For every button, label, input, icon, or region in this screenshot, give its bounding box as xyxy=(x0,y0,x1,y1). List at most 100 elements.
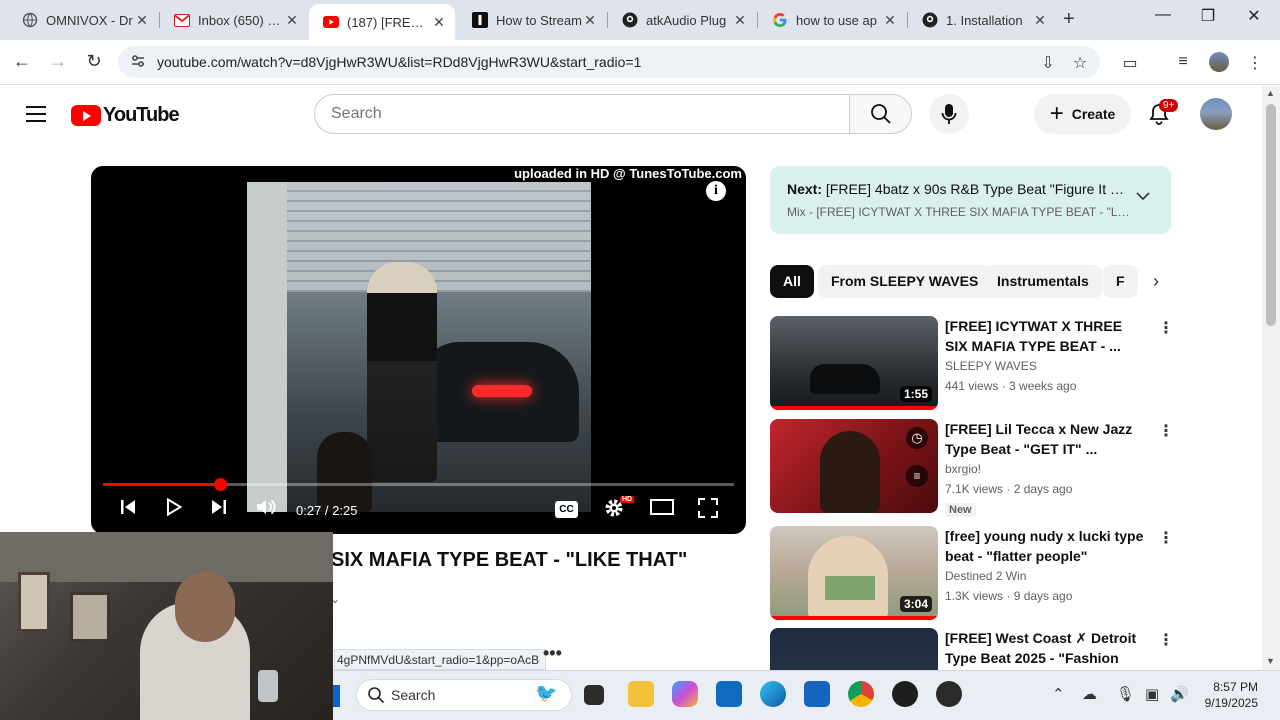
scroll-up-arrow-icon[interactable]: ▲ xyxy=(1266,88,1275,98)
tab-atkaudio[interactable]: atkAudio Plug ✕ xyxy=(608,6,756,34)
rec-title[interactable]: [free] young nudy x lucki type beat - "f… xyxy=(945,526,1145,566)
close-icon[interactable]: ✕ xyxy=(1032,12,1048,29)
tab-title: atkAudio Plug xyxy=(646,12,727,28)
account-avatar[interactable] xyxy=(1200,98,1232,130)
create-button[interactable]: + Create xyxy=(1034,94,1131,134)
recommendation-item[interactable]: ◷ ≡ [FREE] Lil Tecca x New Jazz Type Bea… xyxy=(770,419,1180,517)
volume-icon[interactable] xyxy=(256,498,276,521)
restore-icon[interactable]: ❐ xyxy=(1193,6,1223,26)
video-thumbnail[interactable]: 1:55 xyxy=(770,316,938,410)
close-icon[interactable]: ✕ xyxy=(732,12,748,29)
taskbar-clock[interactable]: 8:57 PM 9/19/2025 xyxy=(1196,679,1258,711)
search-input[interactable] xyxy=(315,95,815,133)
watch-later-icon[interactable]: ◷ xyxy=(906,427,928,449)
site-info-icon[interactable] xyxy=(130,53,146,74)
store-icon[interactable] xyxy=(804,681,830,707)
minimize-icon[interactable]: — xyxy=(1148,6,1178,24)
more-actions-icon[interactable]: ••• xyxy=(543,643,562,664)
recommendation-item[interactable]: 3:04 [free] young nudy x lucki type beat… xyxy=(770,526,1180,622)
bookmark-star-icon[interactable]: ☆ xyxy=(1068,53,1092,73)
recommendation-item[interactable]: 1:55 [FREE] ICYTWAT X THREE SIX MAFIA TY… xyxy=(770,316,1180,412)
media-controls-icon[interactable]: ≡ xyxy=(1171,53,1195,71)
close-icon[interactable]: ✕ xyxy=(284,12,300,29)
task-view-icon[interactable] xyxy=(584,685,604,705)
microphone-icon[interactable]: 🎙 xyxy=(1116,685,1135,703)
youtube-logo[interactable]: YouTube xyxy=(71,104,180,127)
scroll-down-arrow-icon[interactable]: ▼ xyxy=(1266,656,1275,666)
theater-mode-icon[interactable] xyxy=(650,498,674,521)
scrollbar-thumb[interactable] xyxy=(1266,104,1276,326)
add-to-queue-icon[interactable]: ≡ xyxy=(906,465,928,487)
browser-menu-icon[interactable]: ⋮ xyxy=(1243,53,1267,73)
taskbar-search[interactable]: Search 🐦 xyxy=(356,679,572,711)
video-thumbnail[interactable]: ◷ ≡ xyxy=(770,419,938,513)
more-options-icon[interactable]: ⋮ xyxy=(1158,421,1174,441)
scrubber-handle[interactable] xyxy=(214,478,228,491)
recommendation-item[interactable]: [FREE] West Coast ✗ Detroit Type Beat 20… xyxy=(770,628,1180,670)
page-scrollbar[interactable]: ▲ ▼ xyxy=(1262,86,1280,670)
more-options-icon[interactable]: ⋮ xyxy=(1158,528,1174,548)
rec-title[interactable]: [FREE] ICYTWAT X THREE SIX MAFIA TYPE BE… xyxy=(945,316,1145,356)
rec-channel[interactable]: bxrgio! xyxy=(945,462,981,476)
network-icon[interactable]: ▣ xyxy=(1145,685,1159,703)
captions-button[interactable]: CC xyxy=(555,501,578,518)
tab-google-search[interactable]: how to use ap ✕ xyxy=(758,6,906,34)
reload-icon[interactable]: ↻ xyxy=(82,51,106,72)
file-explorer-icon[interactable] xyxy=(628,681,654,707)
edge-icon[interactable] xyxy=(760,681,786,707)
rec-channel[interactable]: SLEEPY WAVES xyxy=(945,359,1037,373)
play-icon[interactable] xyxy=(166,497,183,521)
sidebar-icon[interactable]: ▭ xyxy=(1118,53,1142,73)
copilot-icon[interactable] xyxy=(672,681,698,707)
more-options-icon[interactable]: ⋮ xyxy=(1158,630,1174,650)
show-hidden-icons-icon[interactable]: ⌃ xyxy=(1052,685,1065,703)
tab-instructables[interactable]: How to Stream ✕ xyxy=(458,6,606,34)
voice-search-button[interactable] xyxy=(929,94,969,134)
rec-channel[interactable]: Destined 2 Win xyxy=(945,569,1026,583)
close-icon[interactable]: ✕ xyxy=(582,12,598,29)
rec-title[interactable]: [FREE] Lil Tecca x New Jazz Type Beat - … xyxy=(945,419,1145,459)
outlook-icon[interactable] xyxy=(716,681,742,707)
chip-from-channel[interactable]: From SLEEPY WAVES xyxy=(818,265,992,298)
chip-all[interactable]: All xyxy=(770,265,814,298)
rec-title[interactable]: [FREE] West Coast ✗ Detroit Type Beat 20… xyxy=(945,628,1145,668)
chevron-down-icon[interactable] xyxy=(1136,188,1150,206)
install-app-icon[interactable]: ⇩ xyxy=(1036,53,1060,73)
tab-gmail[interactable]: Inbox (650) - ju ✕ xyxy=(160,6,308,34)
tab-installation[interactable]: 1. Installation ✕ xyxy=(908,6,1056,34)
back-icon[interactable]: ← xyxy=(10,51,34,72)
omnibox[interactable]: youtube.com/watch?v=d8VjgHwR3WU&list=RDd… xyxy=(118,46,1100,78)
chip-more[interactable]: F xyxy=(1103,265,1138,298)
hamburger-menu-icon[interactable] xyxy=(26,106,46,122)
new-tab-button[interactable]: + xyxy=(1063,8,1075,31)
up-next-panel[interactable]: Next: [FREE] 4batz x 90s R&B Type Beat "… xyxy=(770,166,1171,234)
fullscreen-icon[interactable] xyxy=(698,498,718,523)
close-icon[interactable]: ✕ xyxy=(882,12,898,29)
obs-icon[interactable] xyxy=(936,681,962,707)
hd-badge: HD xyxy=(620,496,635,503)
profile-avatar[interactable] xyxy=(1209,52,1229,72)
more-options-icon[interactable]: ⋮ xyxy=(1158,318,1174,338)
close-icon[interactable]: ✕ xyxy=(134,12,150,29)
video-player[interactable]: uploaded in HD @ TunesToTube.com i 0:27 … xyxy=(91,166,746,534)
app-icon[interactable] xyxy=(892,681,918,707)
volume-icon[interactable]: 🔊 xyxy=(1170,685,1189,703)
info-icon[interactable]: i xyxy=(706,181,726,201)
progress-bar[interactable] xyxy=(103,478,734,491)
chevron-right-icon[interactable]: › xyxy=(1134,265,1171,298)
onedrive-icon[interactable]: ☁ xyxy=(1082,685,1097,703)
start-icon[interactable] xyxy=(333,685,340,707)
tab-youtube-active[interactable]: (187) [FREE] IC ✕ xyxy=(309,4,455,40)
next-icon[interactable] xyxy=(210,498,228,521)
close-icon[interactable]: ✕ xyxy=(431,14,447,31)
chrome-icon[interactable] xyxy=(848,681,874,707)
chip-instrumentals[interactable]: Instrumentals xyxy=(984,265,1102,298)
video-thumbnail[interactable] xyxy=(770,628,938,670)
search-button[interactable] xyxy=(849,94,912,134)
tab-omnivox[interactable]: OMNIVOX - Dr ✕ xyxy=(8,6,158,34)
close-window-icon[interactable]: ✕ xyxy=(1239,6,1269,26)
forward-icon[interactable]: → xyxy=(46,51,70,72)
video-thumbnail[interactable]: 3:04 xyxy=(770,526,938,620)
url-text[interactable]: youtube.com/watch?v=d8VjgHwR3WU&list=RDd… xyxy=(157,54,641,70)
previous-icon[interactable] xyxy=(119,498,137,521)
